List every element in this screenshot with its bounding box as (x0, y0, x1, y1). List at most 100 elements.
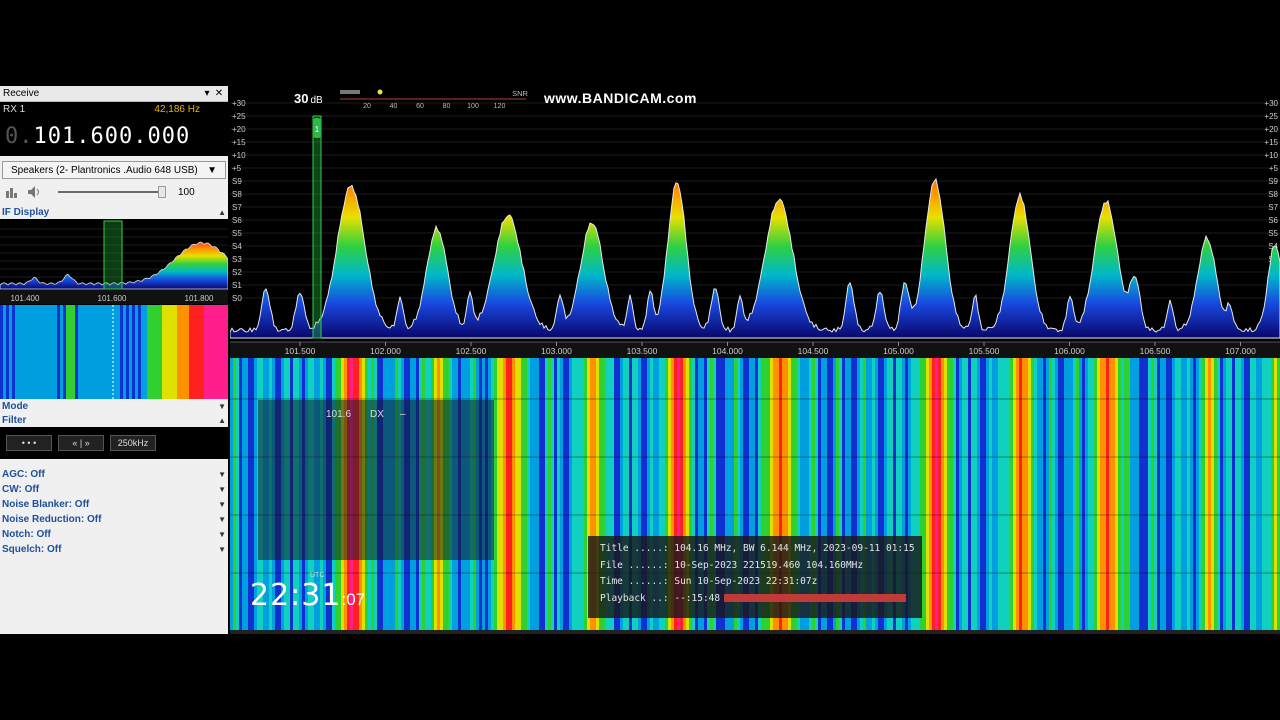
mode-header[interactable]: Mode ▼ (0, 399, 228, 413)
if-display[interactable]: 101.400 101.600 101.800 (0, 219, 228, 399)
volume-slider-fill (58, 191, 158, 193)
if-waterfall-column (159, 305, 162, 399)
if-waterfall-column (3, 305, 6, 399)
speaker-icon[interactable] (26, 185, 42, 199)
if-waterfall-column (156, 305, 159, 399)
if-waterfall-column (84, 305, 87, 399)
rds-dash: – (400, 409, 406, 420)
if-waterfall-column (147, 305, 150, 399)
option-noise-blanker[interactable]: Noise Blanker: Off ▼ (0, 497, 228, 512)
if-waterfall-column (75, 305, 78, 399)
close-icon[interactable]: ✕ (213, 88, 225, 99)
if-waterfall-column (168, 305, 171, 399)
x-tick-label: 103.500 (627, 346, 658, 356)
volume-value: 100 (178, 186, 195, 198)
filter-header[interactable]: Filter ▲ (0, 413, 228, 427)
receive-panel: Receive ▾ ✕ RX 1 42,186 Hz 0.101.600.000… (0, 86, 228, 634)
clock-hours-minutes: 22:31 (250, 578, 342, 613)
option-label: Notch: Off (2, 529, 51, 540)
if-waterfall-column (63, 305, 66, 399)
if-waterfall-column (66, 305, 69, 399)
recording-watermark: www.BANDICAM.com (544, 90, 697, 106)
y-tick-label-left: S8 (232, 190, 242, 199)
db-value: 30 (294, 91, 309, 106)
expand-icon: ▼ (218, 500, 226, 509)
if-waterfall-column (135, 305, 138, 399)
if-waterfall-column (210, 305, 213, 399)
filter-more-button[interactable]: • • • (6, 435, 52, 451)
y-tick-label-left: S9 (232, 177, 242, 186)
x-tick-label: 104.500 (798, 346, 829, 356)
if-waterfall-column (174, 305, 177, 399)
db-range-control[interactable]: 30 dB (294, 91, 323, 106)
db-unit: dB (310, 95, 323, 106)
y-tick-label-left: S0 (232, 294, 242, 303)
expand-icon: ▼ (218, 470, 226, 479)
if-waterfall-column (87, 305, 90, 399)
snr-scale[interactable]: SNR 20 40 60 80 100 120 (336, 86, 536, 110)
if-waterfall-column (114, 305, 117, 399)
output-device-select[interactable]: Speakers (2- Plantronics .Audio 648 USB)… (2, 161, 226, 179)
if-waterfall-column (183, 305, 186, 399)
panel-menu-icon[interactable]: ▾ (201, 88, 213, 99)
bars-icon[interactable] (4, 185, 20, 199)
file-name-line: File ......: 10-Sep-2023 221519.460 104.… (600, 559, 864, 571)
mode-title: Mode (2, 400, 29, 412)
option-squelch[interactable]: Squelch: Off ▼ (0, 542, 228, 557)
option-agc[interactable]: AGC: Off ▼ (0, 467, 228, 482)
filter-width-button[interactable]: « | » (58, 435, 104, 451)
option-cw[interactable]: CW: Off ▼ (0, 482, 228, 497)
if-waterfall-column (117, 305, 120, 399)
chevron-down-icon: ▼ (207, 164, 217, 176)
snr-tick-label: 40 (390, 103, 398, 110)
volume-slider[interactable] (58, 186, 166, 198)
if-display-title: IF Display (2, 206, 50, 218)
if-waterfall-column (180, 305, 183, 399)
if-waterfall-column (36, 305, 39, 399)
frequency-prefix: 0. (5, 124, 34, 149)
x-tick-label: 104.000 (712, 346, 743, 356)
frequency-display[interactable]: RX 1 42,186 Hz 0.101.600.000 (0, 102, 228, 156)
option-noise-reduction[interactable]: Noise Reduction: Off ▼ (0, 512, 228, 527)
if-waterfall-column (138, 305, 141, 399)
filter-bandwidth-button[interactable]: 250kHz (110, 435, 156, 451)
if-waterfall-column (225, 305, 228, 399)
if-waterfall-column (111, 305, 114, 399)
playback-progress-bar[interactable] (724, 594, 907, 602)
if-display-canvas: 101.400 101.600 101.800 (0, 220, 228, 399)
if-display-header[interactable]: IF Display ▲ (0, 205, 228, 219)
if-waterfall-column (222, 305, 225, 399)
clock-seconds: :07 (341, 590, 366, 609)
if-waterfall-column (78, 305, 81, 399)
offset-hz: 42,186 Hz (154, 104, 200, 115)
if-waterfall-column (105, 305, 108, 399)
expand-icon: ▼ (218, 485, 226, 494)
y-tick-label-left: +25 (232, 112, 246, 121)
if-waterfall-column (144, 305, 147, 399)
if-waterfall-column (108, 305, 111, 399)
y-tick-label-right: S9 (1268, 177, 1278, 186)
option-label: Squelch: Off (2, 544, 62, 555)
if-waterfall-column (12, 305, 15, 399)
snr-tick-label: 20 (363, 103, 371, 110)
spectrum-display[interactable]: +30 +30 +25 +25 +20 +20 +15 +15 +10 +10 +5 +5 S9 S9 S8… (229, 86, 1280, 358)
x-tick-label: 101.500 (285, 346, 316, 356)
collapse-icon[interactable]: ▲ (218, 416, 226, 425)
x-tick-label: 103.000 (541, 346, 572, 356)
if-waterfall-column (18, 305, 21, 399)
if-waterfall-column (129, 305, 132, 399)
if-waterfall-column (141, 305, 144, 399)
option-label: AGC: Off (2, 469, 45, 480)
collapse-icon[interactable]: ▲ (218, 208, 226, 217)
option-notch[interactable]: Notch: Off ▼ (0, 527, 228, 542)
vfo-marker (312, 115, 322, 339)
if-waterfall-column (69, 305, 72, 399)
vfo-frequency[interactable]: 0.101.600.000 (5, 124, 190, 149)
y-tick-label-left: S4 (232, 242, 242, 251)
expand-icon[interactable]: ▼ (218, 402, 226, 411)
if-waterfall-column (102, 305, 105, 399)
if-waterfall-column (15, 305, 18, 399)
vfo-marker-label: 1 (315, 125, 320, 134)
volume-slider-thumb[interactable] (158, 186, 166, 198)
snr-tick-label: 60 (416, 103, 424, 110)
